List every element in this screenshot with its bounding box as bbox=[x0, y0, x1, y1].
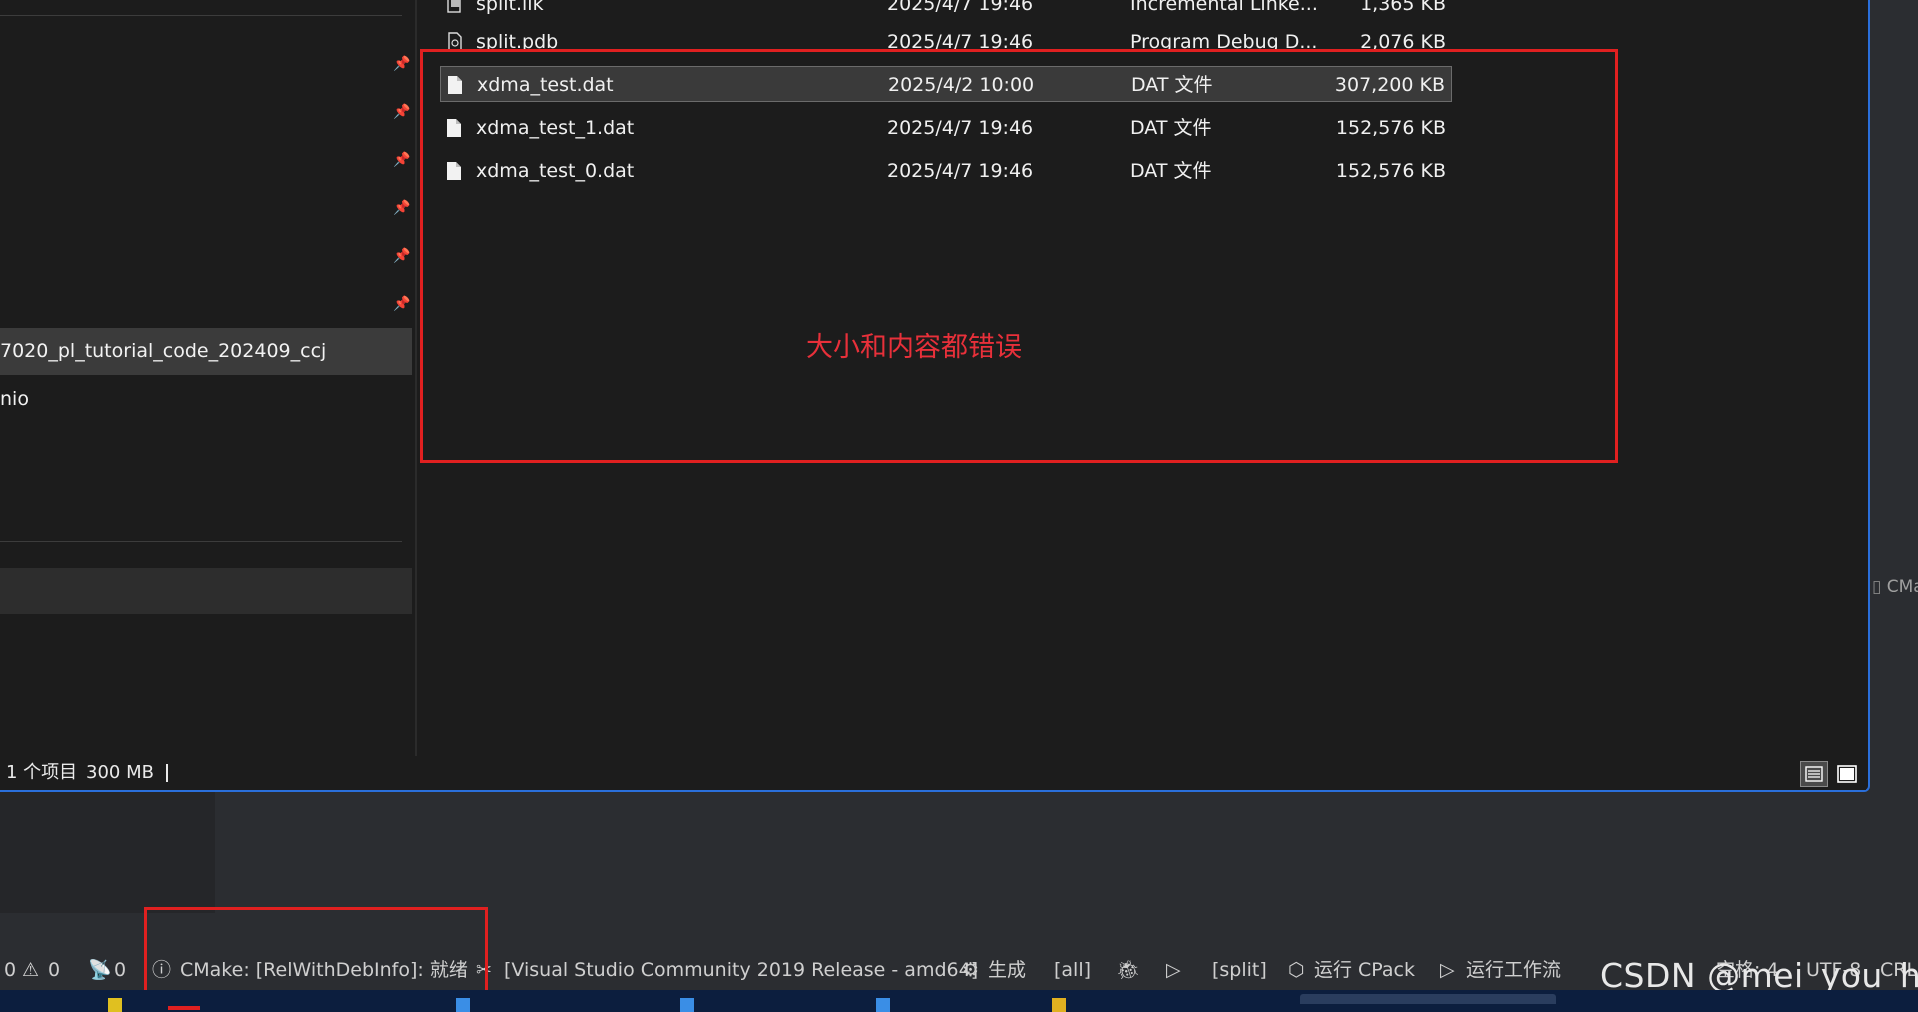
nav-item-label: 7020_pl_tutorial_code_202409_ccj bbox=[0, 340, 327, 362]
text-cursor bbox=[166, 764, 168, 782]
details-view-button[interactable] bbox=[1800, 761, 1828, 787]
annotation-text: 大小和内容都错误 bbox=[806, 332, 1022, 363]
nav-item-folder[interactable]: nio bbox=[0, 376, 412, 423]
annotation-box bbox=[144, 907, 488, 999]
nav-item-label: nio bbox=[0, 388, 29, 410]
broadcast-icon: 📡 bbox=[88, 959, 112, 981]
cmake-kit[interactable]: [Visual Studio Community 2019 Release - … bbox=[504, 950, 978, 990]
warnings-count[interactable]: 0 bbox=[48, 950, 60, 990]
ports-count[interactable]: 0 bbox=[114, 950, 126, 990]
annotation-box bbox=[420, 49, 1618, 463]
nav-divider-line bbox=[0, 541, 402, 542]
taskbar-app-icon[interactable] bbox=[168, 1006, 200, 1010]
vscode-sidebar bbox=[0, 792, 215, 913]
package-icon: ⬡ bbox=[1288, 959, 1305, 981]
play-icon[interactable]: ▷ bbox=[1166, 950, 1181, 990]
selection-size: 300 MB bbox=[86, 762, 154, 783]
pin-icon[interactable]: 📌 bbox=[393, 248, 410, 264]
debug-icon[interactable]: 🐞︎ bbox=[1116, 950, 1140, 990]
nav-item-project-folder[interactable]: 7020_pl_tutorial_code_202409_ccj bbox=[0, 328, 412, 375]
taskbar-app-icon[interactable] bbox=[1052, 998, 1066, 1012]
errors-count[interactable]: 0 bbox=[4, 950, 16, 990]
warning-icon: ⚠ bbox=[22, 959, 40, 981]
taskbar-app-icon[interactable] bbox=[680, 998, 694, 1012]
taskbar-active-window[interactable] bbox=[1300, 994, 1556, 1004]
nav-divider-line bbox=[0, 15, 402, 16]
pin-icon[interactable]: 📌 bbox=[393, 296, 410, 312]
file-name: split.ilk bbox=[476, 0, 544, 15]
pin-icon[interactable]: 📌 bbox=[393, 56, 410, 72]
details-view-icon bbox=[1805, 766, 1823, 782]
pin-icon[interactable]: 📌 bbox=[393, 152, 410, 168]
build-target[interactable]: [all] bbox=[1054, 950, 1091, 990]
taskbar bbox=[0, 990, 1918, 1012]
taskbar-app-icon[interactable] bbox=[456, 998, 470, 1012]
cmake-panel-tab[interactable]: ▯ CMa bbox=[1872, 577, 1918, 597]
launch-target[interactable]: [split] bbox=[1212, 950, 1267, 990]
explorer-status-bar: 1 个项目 300 MB bbox=[0, 756, 1866, 790]
navigation-pane: 📌 📌 📌 📌 📌 📌 7020_pl_tutorial_code_202409… bbox=[0, 0, 415, 756]
pin-icon[interactable]: 📌 bbox=[393, 200, 410, 216]
cmake-panel-label: CMa bbox=[1886, 577, 1918, 597]
taskbar-app-icon[interactable] bbox=[876, 998, 890, 1012]
play-icon: ▷ bbox=[1440, 959, 1455, 981]
file-size: 1,365 KB bbox=[1360, 0, 1446, 15]
taskbar-app-icon[interactable] bbox=[108, 998, 122, 1012]
file-date: 2025/4/7 19:46 bbox=[887, 0, 1034, 15]
run-cpack-button[interactable]: 运行 CPack bbox=[1314, 950, 1415, 990]
file-row[interactable]: split.ilk 2025/4/7 19:46 Incremental Lin… bbox=[440, 0, 1452, 22]
build-button[interactable]: 生成 bbox=[988, 950, 1026, 990]
file-type: Incremental Linke... bbox=[1130, 0, 1318, 15]
pane-splitter[interactable] bbox=[415, 0, 417, 756]
large-icons-view-button[interactable] bbox=[1833, 761, 1861, 787]
item-count: 1 个项目 bbox=[6, 762, 78, 783]
run-workflow-button[interactable]: 运行工作流 bbox=[1466, 950, 1561, 990]
linker-file-icon bbox=[446, 0, 462, 14]
tiles-view-icon bbox=[1837, 765, 1857, 783]
vscode-editor-edge bbox=[1870, 0, 1918, 950]
nav-item-blank[interactable] bbox=[0, 568, 412, 614]
pin-icon[interactable]: 📌 bbox=[393, 104, 410, 120]
gear-icon: ⚙ bbox=[962, 959, 980, 981]
